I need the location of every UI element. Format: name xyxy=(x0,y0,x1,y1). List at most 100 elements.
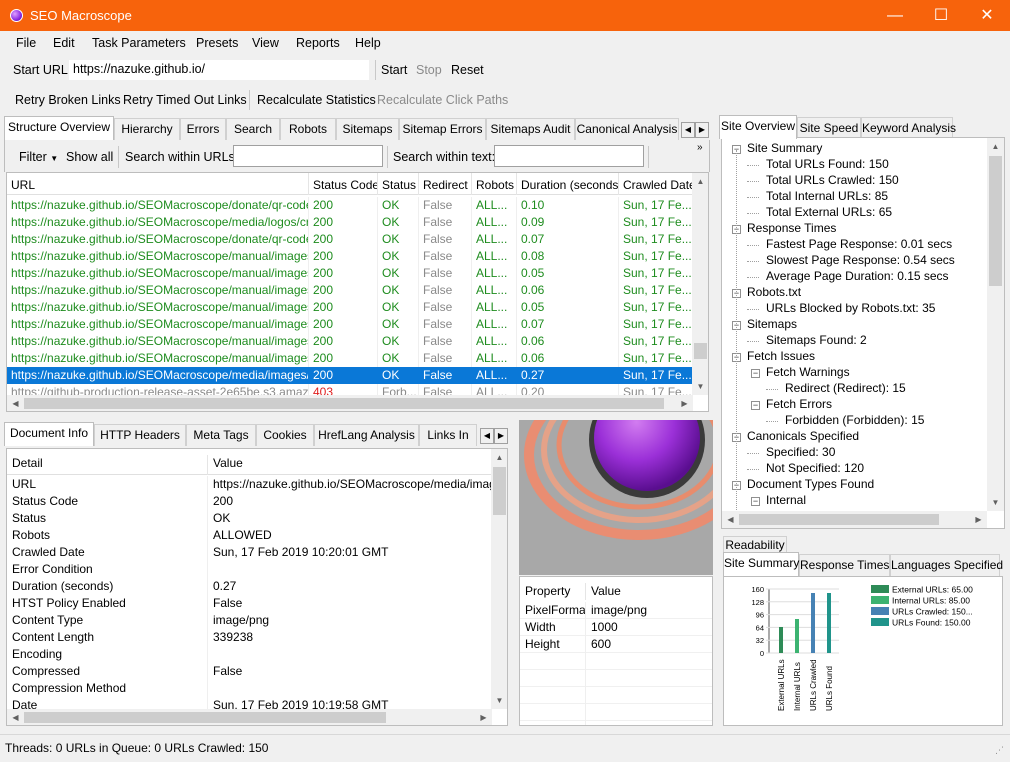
tree-node[interactable]: Sitemaps Found: 2 xyxy=(766,333,867,347)
tab-scroll-left-icon[interactable]: ◀ xyxy=(480,428,494,444)
detail-tab-scroll-arrows[interactable]: ◀ ▶ xyxy=(480,427,510,444)
column-header-status[interactable]: Status xyxy=(378,173,419,195)
tab-hreflang-analysis[interactable]: HrefLang Analysis xyxy=(314,424,419,446)
tab-meta-tags[interactable]: Meta Tags xyxy=(186,424,256,446)
scroll-down-icon[interactable]: ▼ xyxy=(692,378,708,395)
table-row[interactable]: https://nazuke.github.io/SEOMacroscope/m… xyxy=(7,333,693,350)
tree-collapse-icon[interactable]: − xyxy=(751,401,760,410)
tab-scroll-right-icon[interactable]: ▶ xyxy=(695,122,709,138)
grid-vertical-scrollbar[interactable]: ▲ ▼ xyxy=(692,173,708,395)
detail-row[interactable]: Compression Method xyxy=(7,680,492,697)
column-header-status-code[interactable]: Status Code xyxy=(309,173,378,195)
column-header-crawled-date[interactable]: Crawled Date xyxy=(619,173,693,195)
tree-node[interactable]: Document Types Found xyxy=(747,477,874,491)
tab-hierarchy[interactable]: Hierarchy xyxy=(114,118,180,140)
tab-keyword-analysis[interactable]: Keyword Analysis xyxy=(861,117,956,139)
details-scroll-thumb[interactable] xyxy=(493,467,506,515)
menu-reports[interactable]: Reports xyxy=(296,36,340,50)
table-row[interactable]: https://nazuke.github.io/SEOMacroscope/m… xyxy=(7,350,693,367)
tab-cookies[interactable]: Cookies xyxy=(256,424,314,446)
details-hscroll-thumb[interactable] xyxy=(24,712,386,723)
tree-node[interactable]: Robots.txt xyxy=(747,285,801,299)
tab-site-speed[interactable]: Site Speed xyxy=(797,117,861,139)
tree-node[interactable]: URLs Blocked by Robots.txt: 35 xyxy=(766,301,935,315)
recalculate-click-paths-button[interactable]: Recalculate Click Paths xyxy=(377,93,508,107)
detail-row[interactable]: URL https://nazuke.github.io/SEOMacroscop… xyxy=(7,476,492,493)
table-row[interactable]: https://nazuke.github.io/SEOMacroscope/m… xyxy=(7,367,693,384)
scroll-right-icon[interactable]: ▶ xyxy=(475,709,492,725)
search-text-input[interactable] xyxy=(494,145,644,167)
tab-sitemaps[interactable]: Sitemaps xyxy=(336,118,399,140)
detail-row[interactable]: Duration (seconds) 0.27 xyxy=(7,578,492,595)
close-button[interactable]: ✕ xyxy=(964,0,1010,31)
tab-canonical-analysis[interactable]: Canonical Analysis xyxy=(575,118,679,140)
table-row[interactable]: https://nazuke.github.io/SEOMacroscope/m… xyxy=(7,282,693,299)
details-horizontal-scrollbar[interactable]: ◀ ▶ xyxy=(7,709,492,725)
table-row[interactable]: https://nazuke.github.io/SEOMacroscope/m… xyxy=(7,299,693,316)
tree-node[interactable]: Response Times xyxy=(747,221,836,235)
grid-hscroll-thumb[interactable] xyxy=(24,398,664,409)
tree-node[interactable]: Not Specified: 120 xyxy=(766,461,864,475)
tab-document-info[interactable]: Document Info xyxy=(4,422,94,446)
tree-collapse-icon[interactable]: − xyxy=(751,369,760,378)
scroll-right-icon[interactable]: ▶ xyxy=(676,395,693,411)
column-header-property[interactable]: Property xyxy=(520,583,586,600)
scroll-up-icon[interactable]: ▲ xyxy=(692,173,708,190)
property-row[interactable]: PixelFormat image/png xyxy=(520,602,712,619)
detail-row[interactable]: Status OK xyxy=(7,510,492,527)
menu-presets[interactable]: Presets xyxy=(196,36,238,50)
tree-node[interactable]: Total URLs Found: 150 xyxy=(766,157,889,171)
retry-broken-links-button[interactable]: Retry Broken Links xyxy=(15,93,121,107)
tab-sitemap-errors[interactable]: Sitemap Errors xyxy=(399,118,486,140)
filter-dropdown[interactable]: Filter ▼ xyxy=(19,150,58,164)
scroll-down-icon[interactable]: ▼ xyxy=(491,692,507,709)
tree-horizontal-scrollbar[interactable]: ◀ ▶ xyxy=(722,511,987,528)
start-button[interactable]: Start xyxy=(381,63,407,77)
tree-node[interactable]: Sitemaps xyxy=(747,317,797,331)
detail-row[interactable]: Content Type image/png xyxy=(7,612,492,629)
maximize-button[interactable]: ☐ xyxy=(918,0,964,31)
detail-row[interactable]: Status Code 200 xyxy=(7,493,492,510)
search-urls-input[interactable] xyxy=(233,145,383,167)
tree-node[interactable]: Average Page Duration: 0.15 secs xyxy=(766,269,949,283)
retry-timed-out-links-button[interactable]: Retry Timed Out Links xyxy=(123,93,247,107)
grid-horizontal-scrollbar[interactable]: ◀ ▶ xyxy=(7,395,693,411)
column-header-redirect[interactable]: Redirect xyxy=(419,173,472,195)
column-header-robots[interactable]: Robots xyxy=(472,173,517,195)
table-row[interactable]: https://nazuke.github.io/SEOMacroscope/m… xyxy=(7,214,693,231)
overflow-chevron-icon[interactable]: » xyxy=(697,142,703,153)
tab-robots[interactable]: Robots xyxy=(280,118,336,140)
table-row[interactable]: https://nazuke.github.io/SEOMacroscope/m… xyxy=(7,265,693,282)
tree-node[interactable]: Site Summary xyxy=(747,141,822,155)
tab-links-in[interactable]: Links In xyxy=(419,424,477,446)
reset-button[interactable]: Reset xyxy=(451,63,484,77)
table-row[interactable]: https://nazuke.github.io/SEOMacroscope/m… xyxy=(7,248,693,265)
tree-node[interactable]: Specified: 30 xyxy=(766,445,835,459)
start-url-input[interactable]: https://nazuke.github.io/ xyxy=(68,59,370,81)
stop-button[interactable]: Stop xyxy=(416,63,442,77)
tree-node[interactable]: Redirect (Redirect): 15 xyxy=(785,381,906,395)
tree-node[interactable]: Canonicals Specified xyxy=(747,429,859,443)
tree-hscroll-thumb[interactable] xyxy=(739,514,939,525)
column-header-value[interactable]: Value xyxy=(586,583,706,600)
column-header-duration[interactable]: Duration (seconds) xyxy=(517,173,619,195)
scroll-up-icon[interactable]: ▲ xyxy=(491,449,507,466)
tree-node[interactable]: Fetch Errors xyxy=(766,397,832,411)
column-header-url[interactable]: URL xyxy=(7,173,309,195)
show-all-button[interactable]: Show all xyxy=(66,150,113,164)
table-row[interactable]: https://nazuke.github.io/SEOMacroscope/m… xyxy=(7,316,693,333)
details-vertical-scrollbar[interactable]: ▲ ▼ xyxy=(491,449,507,709)
tree-node[interactable]: Total URLs Crawled: 150 xyxy=(766,173,899,187)
detail-row[interactable]: Crawled Date Sun, 17 Feb 2019 10:20:01 GM… xyxy=(7,544,492,561)
tree-node[interactable]: Fetch Warnings xyxy=(766,365,850,379)
tree-vertical-scrollbar[interactable]: ▲ ▼ xyxy=(987,138,1004,511)
detail-row[interactable]: Encoding xyxy=(7,646,492,663)
menu-edit[interactable]: Edit xyxy=(53,36,75,50)
menu-view[interactable]: View xyxy=(252,36,279,50)
tree-scroll-thumb[interactable] xyxy=(989,156,1002,286)
tree-node[interactable]: Internal xyxy=(766,493,806,507)
scroll-up-icon[interactable]: ▲ xyxy=(987,138,1004,155)
detail-row[interactable]: Content Length 339238 xyxy=(7,629,492,646)
detail-row[interactable]: Compressed False xyxy=(7,663,492,680)
scroll-down-icon[interactable]: ▼ xyxy=(987,494,1004,511)
